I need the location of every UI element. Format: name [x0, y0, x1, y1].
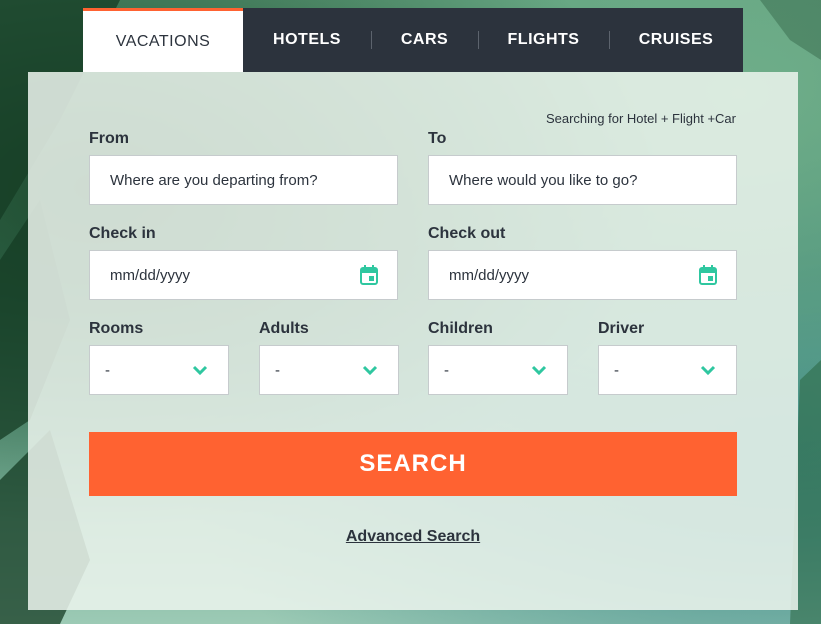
- children-select[interactable]: -: [428, 345, 568, 395]
- check-out-placeholder: mm/dd/yyyy: [449, 266, 530, 284]
- check-out-label: Check out: [428, 225, 506, 242]
- adults-select[interactable]: -: [259, 345, 399, 395]
- chevron-down-icon: [531, 365, 547, 376]
- tab-label: CARS: [400, 31, 449, 48]
- search-panel: Searching for Hotel + Flight +Car From W…: [28, 72, 798, 610]
- tab-divider: [371, 31, 372, 49]
- tab-label: CRUISES: [638, 31, 714, 48]
- tab-vacations[interactable]: VACATIONS: [83, 8, 243, 72]
- calendar-icon[interactable]: [360, 265, 378, 285]
- tab-hotels[interactable]: HOTELS: [243, 8, 371, 72]
- advanced-search-link: Advanced Search: [28, 528, 798, 546]
- check-in-placeholder: mm/dd/yyyy: [110, 266, 191, 284]
- chevron-down-icon: [362, 365, 378, 376]
- rooms-label: Rooms: [89, 320, 144, 337]
- tab-flights[interactable]: FLIGHTS: [478, 8, 609, 72]
- children-label: Children: [428, 320, 493, 337]
- adults-value: -: [275, 361, 280, 379]
- tab-cruises[interactable]: CRUISES: [609, 8, 743, 72]
- from-placeholder: Where are you departing from?: [110, 171, 318, 189]
- from-label: From: [89, 130, 129, 147]
- children-value: -: [444, 361, 449, 379]
- rooms-value: -: [105, 361, 110, 379]
- driver-select[interactable]: -: [598, 345, 737, 395]
- tab-bar: VACATIONS HOTELS CARS FLIGHTS CRUISES: [83, 8, 743, 72]
- tab-cars[interactable]: CARS: [371, 8, 478, 72]
- check-in-input[interactable]: mm/dd/yyyy: [89, 250, 398, 300]
- advanced-search-link-text[interactable]: Advanced Search: [346, 528, 480, 545]
- search-mode-note: Searching for Hotel + Flight +Car: [545, 111, 736, 126]
- from-input[interactable]: Where are you departing from?: [89, 155, 398, 205]
- chevron-down-icon: [192, 365, 208, 376]
- driver-label: Driver: [598, 320, 645, 337]
- driver-value: -: [614, 361, 619, 379]
- to-input[interactable]: Where would you like to go?: [428, 155, 737, 205]
- search-button[interactable]: SEARCH: [89, 432, 737, 496]
- chevron-down-icon: [700, 365, 716, 376]
- calendar-icon[interactable]: [699, 265, 717, 285]
- adults-label: Adults: [259, 320, 309, 337]
- rooms-select[interactable]: -: [89, 345, 229, 395]
- tab-divider: [609, 31, 610, 49]
- tab-divider: [478, 31, 479, 49]
- check-out-input[interactable]: mm/dd/yyyy: [428, 250, 737, 300]
- to-placeholder: Where would you like to go?: [449, 171, 638, 189]
- to-label: To: [428, 130, 447, 147]
- tab-label: HOTELS: [273, 31, 341, 48]
- check-in-label: Check in: [89, 225, 156, 242]
- tab-label: FLIGHTS: [507, 31, 580, 48]
